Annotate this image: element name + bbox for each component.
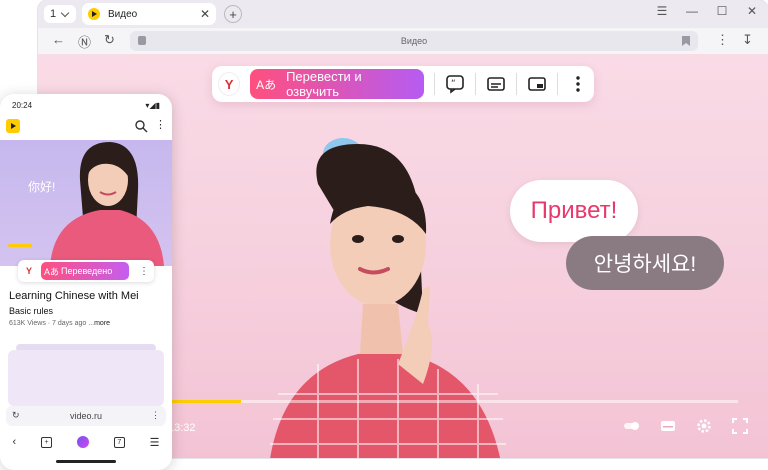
subtitles-icon[interactable]: [660, 418, 676, 434]
quote-subtitles-icon[interactable]: “: [445, 73, 465, 95]
lock-icon: [138, 36, 146, 45]
more-vertical-icon[interactable]: ⋮: [155, 118, 166, 131]
next-video-card[interactable]: [8, 350, 164, 406]
phone-video-thumbnail[interactable]: 你好!: [0, 140, 172, 266]
translated-button[interactable]: Aあ Переведено: [41, 262, 129, 280]
address-bar[interactable]: Видео: [130, 31, 698, 51]
speech-bubble-russian: Привет!: [510, 180, 638, 242]
video-meta-text: 613K Views · 7 days ago ...: [9, 320, 95, 327]
chevron-down-icon: [60, 8, 70, 17]
maximize-icon[interactable]: ☐: [714, 4, 730, 18]
status-time: 20:24: [12, 101, 33, 110]
minimize-icon[interactable]: —: [684, 4, 700, 18]
more-link[interactable]: more: [94, 320, 110, 327]
alice-assistant-icon[interactable]: [76, 436, 89, 448]
fullscreen-icon[interactable]: [732, 418, 748, 434]
video-subtitle: Basic rules: [9, 306, 54, 316]
video-time: 13:32: [168, 422, 196, 434]
phone-video-progress: [8, 244, 32, 247]
woman-figure: [50, 142, 164, 266]
yandex-logo-icon[interactable]: Y: [218, 72, 241, 96]
translated-label: Переведено: [61, 266, 113, 276]
subtitles-icon[interactable]: [486, 73, 506, 95]
back-icon[interactable]: ←: [52, 32, 65, 47]
more-vertical-icon[interactable]: ⋮: [716, 32, 729, 48]
search-icon[interactable]: [134, 119, 148, 133]
new-tab-icon[interactable]: +: [41, 436, 52, 448]
status-icons: ▾◢▮: [145, 101, 160, 110]
address-text: Видео: [400, 36, 428, 46]
new-tab-button[interactable]: +: [224, 5, 242, 23]
download-icon[interactable]: ↧: [742, 32, 753, 48]
tab-count: 1: [50, 8, 57, 20]
settings-gear-icon[interactable]: [696, 418, 712, 434]
video-app-logo-icon[interactable]: [6, 119, 20, 133]
reload-icon[interactable]: ↻: [104, 32, 115, 48]
translate-voice-button[interactable]: Aあ Перевести и озвучить: [250, 69, 424, 99]
video-controls: [624, 418, 748, 434]
phone-status-bar: 20:24 ▾◢▮: [0, 94, 172, 114]
phone-app-bar: ⋮: [0, 114, 172, 140]
divider: [474, 73, 476, 95]
phone-translate-overlay: Y Aあ Переведено ⋮: [18, 260, 154, 282]
autoplay-toggle-icon[interactable]: [624, 418, 640, 434]
divider: [556, 73, 558, 95]
close-window-icon[interactable]: ✕: [744, 4, 760, 18]
home-indicator: [56, 460, 116, 463]
video-meta: 613K Views · 7 days ago ...more: [9, 320, 110, 327]
translate-icon: Aあ: [44, 266, 60, 277]
phone-address-text: video.ru: [69, 411, 103, 421]
tab-title: Видео: [108, 8, 138, 20]
close-tab-icon[interactable]: ✕: [200, 7, 210, 21]
divider: [433, 73, 435, 95]
picture-in-picture-icon[interactable]: [527, 73, 547, 95]
back-icon[interactable]: ‹: [12, 436, 16, 448]
tabs-count-icon[interactable]: 7: [113, 436, 125, 448]
speech-bubble-korean: 안녕하세요!: [566, 236, 724, 290]
menu-icon[interactable]: ☰: [654, 4, 670, 18]
bookmark-icon[interactable]: [682, 36, 690, 46]
more-vertical-icon[interactable]: [568, 73, 588, 95]
translate-overlay: Y Aあ Перевести и озвучить “: [212, 66, 594, 102]
yandex-logo-icon[interactable]: Y: [21, 263, 37, 279]
tab-bar: 1 Видео ✕ + ☰ — ☐ ✕: [38, 0, 768, 28]
more-vertical-icon[interactable]: ⋮: [151, 410, 160, 421]
window-controls: ☰ — ☐ ✕: [654, 4, 760, 18]
phone-bubble-chinese: 你好!: [28, 180, 56, 194]
phone-mockup: 20:24 ▾◢▮ ⋮ 你好! Y Aあ Переведено ⋮ Learni…: [0, 94, 172, 470]
translate-button-label: Перевести и озвучить: [286, 69, 362, 99]
divider: [515, 73, 517, 95]
yandex-home-icon[interactable]: Ⓝ: [78, 32, 91, 51]
menu-icon[interactable]: ☰: [150, 436, 160, 449]
woman-figure: [270, 138, 506, 458]
translate-icon: Aあ: [256, 77, 277, 92]
play-favicon-icon: [88, 8, 100, 20]
reload-icon[interactable]: ↻: [12, 410, 20, 421]
tab-video[interactable]: Видео ✕: [82, 3, 216, 25]
phone-nav-bar: ‹ + 7 ☰: [0, 430, 172, 454]
browser-toolbar: ← Ⓝ ↻ Видео ⋮ ↧: [38, 28, 768, 54]
tab-counter-button[interactable]: 1: [44, 5, 76, 23]
video-title[interactable]: Learning Chinese with Mei: [9, 290, 139, 302]
scene: 1 Видео ✕ + ☰ — ☐ ✕ ← Ⓝ ↻ Видео ⋮ ↧ Прив…: [0, 0, 768, 470]
more-vertical-icon[interactable]: ⋮: [139, 266, 149, 277]
svg-text:“: “: [451, 79, 456, 89]
phone-address-bar[interactable]: ↻ video.ru ⋮: [6, 406, 166, 426]
